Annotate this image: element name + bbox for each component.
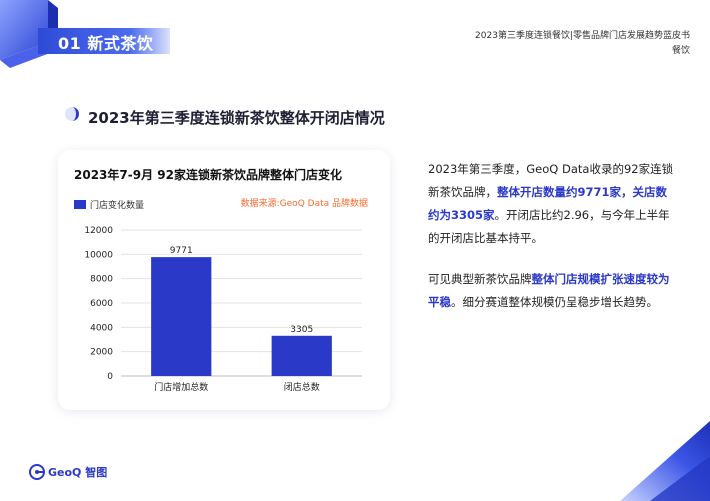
y-tick-label: 0 xyxy=(107,372,113,382)
summary-text: 。细分赛道整体规模仍呈稳步增长趋势。 xyxy=(451,295,658,309)
bar-value-label: 3305 xyxy=(290,325,313,335)
summary-text: 可见典型新茶饮品牌 xyxy=(428,272,532,286)
summary-paragraph-2: 可见典型新茶饮品牌整体门店规模扩张速度较为平稳。细分赛道整体规模仍呈稳步增长趋势… xyxy=(428,268,678,314)
report-category: 餐饮 xyxy=(671,46,690,56)
corner-decoration-icon xyxy=(620,421,710,501)
heading-bullet-icon xyxy=(65,107,79,121)
chart-card: 2023年7-9月 92家连锁新茶饮品牌整体门店变化 门店变化数量 数据来源:G… xyxy=(58,150,390,410)
page-heading: 2023年第三季度连锁新茶饮整体开闭店情况 xyxy=(88,109,385,127)
bar xyxy=(151,257,212,376)
bar xyxy=(271,335,332,376)
section-title: 01 新式茶饮 xyxy=(58,34,154,53)
summary-paragraph-1: 2023年第三季度，GeoQ Data收录的92家连锁新茶饮品牌，整体开店数量约… xyxy=(428,158,678,250)
x-category-label: 闭店总数 xyxy=(284,381,320,393)
y-tick-label: 6000 xyxy=(90,299,113,309)
report-page: 01 新式茶饮 2023第三季度连锁餐饮|零售品牌门店发展趋势蓝皮书 餐饮 20… xyxy=(0,0,710,501)
y-tick-label: 2000 xyxy=(90,348,113,358)
geoq-logo: GeoQ 智图 xyxy=(28,463,118,481)
y-tick-label: 12000 xyxy=(84,226,113,236)
logo-text: GeoQ 智图 xyxy=(48,466,108,479)
bar-chart: 0 2000 4000 6000 8000 10000 12000 9771 门店增加总数 330… xyxy=(84,226,362,393)
y-tick-label: 4000 xyxy=(90,323,113,333)
geoq-logo-icon xyxy=(29,464,45,480)
x-category-label: 门店增加总数 xyxy=(154,381,208,393)
bar-value-label: 9771 xyxy=(170,246,193,256)
report-title: 2023第三季度连锁餐饮|零售品牌门店发展趋势蓝皮书 xyxy=(475,31,690,41)
y-tick-label: 8000 xyxy=(90,275,113,285)
y-tick-label: 10000 xyxy=(84,250,113,260)
